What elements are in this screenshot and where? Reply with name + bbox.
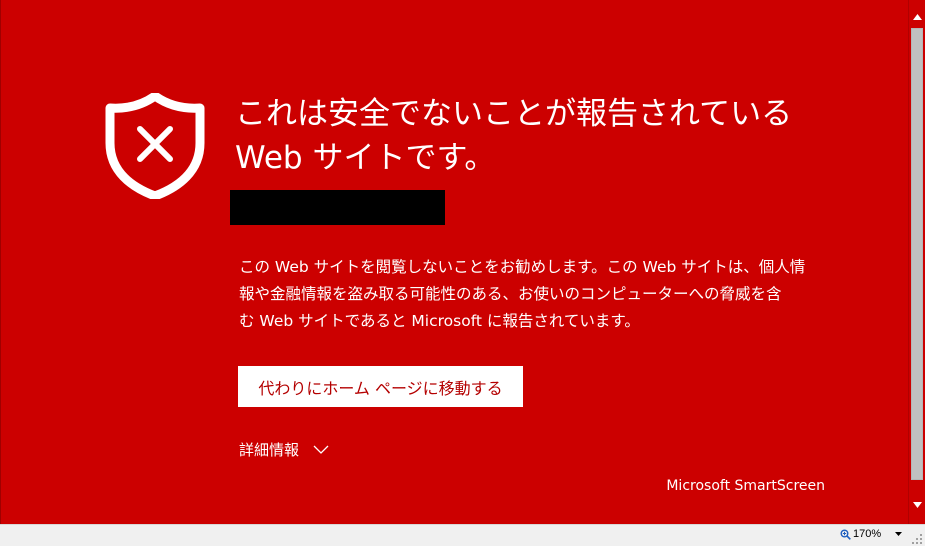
- scroll-down-button[interactable]: [909, 496, 925, 513]
- warning-heading: これは安全でないことが報告されている Web サイトです。: [235, 92, 875, 180]
- warning-description-line: この Web サイトを閲覧しないことをお勧めします。この Web サイトは、個人…: [239, 258, 806, 276]
- caret-down-icon[interactable]: [895, 532, 903, 536]
- redacted-url: [230, 190, 445, 225]
- warning-description: この Web サイトを閲覧しないことをお勧めします。この Web サイトは、個人…: [239, 254, 839, 335]
- zoom-control[interactable]: 170%: [840, 528, 903, 540]
- more-info-toggle[interactable]: 詳細情報: [239, 439, 329, 460]
- status-bar: 170%: [0, 524, 925, 546]
- warning-description-line: む Web サイトであると Microsoft に報告されています。: [239, 312, 640, 330]
- warning-heading-line: これは安全でないことが報告されている: [235, 96, 793, 132]
- scroll-track[interactable]: [911, 28, 923, 480]
- resize-grip-icon[interactable]: [911, 533, 923, 545]
- vertical-scrollbar[interactable]: [908, 0, 925, 524]
- scroll-up-button[interactable]: [909, 8, 925, 25]
- chevron-down-icon: [313, 445, 329, 454]
- warning-heading-line: Web サイトです。: [235, 140, 496, 176]
- magnifier-icon: [840, 529, 851, 540]
- zoom-level: 170%: [853, 528, 882, 540]
- smartscreen-brand: Microsoft SmartScreen: [666, 478, 825, 494]
- go-to-homepage-button[interactable]: 代わりにホーム ページに移動する: [238, 366, 523, 407]
- triangle-down-icon: [912, 501, 922, 508]
- more-info-label: 詳細情報: [239, 441, 300, 459]
- triangle-up-icon: [912, 13, 922, 20]
- warning-description-line: 報や金融情報を盗み取る可能性のある、お使いのコンピューターへの脅威を含: [239, 285, 782, 303]
- shield-x-icon: [105, 93, 205, 199]
- smartscreen-warning-page: これは安全でないことが報告されている Web サイトです。 この Web サイト…: [0, 0, 908, 524]
